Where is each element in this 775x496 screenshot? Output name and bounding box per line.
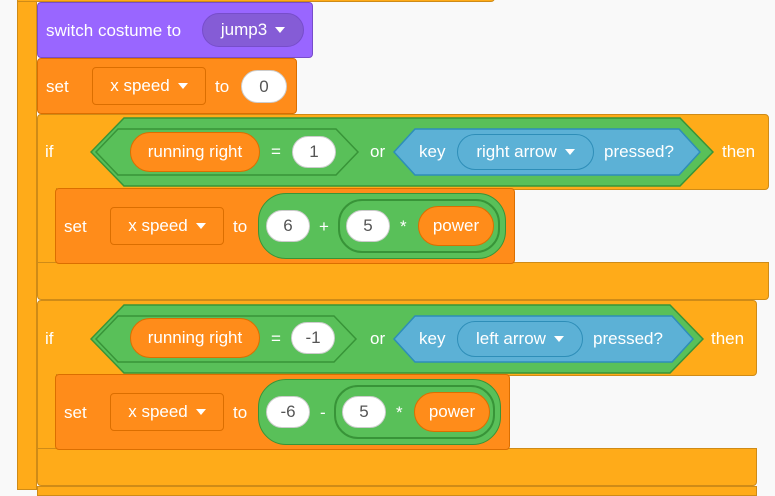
outer-c-block-rail[interactable]	[17, 0, 37, 490]
chevron-down-icon	[553, 336, 564, 342]
variable-dropdown[interactable]: x speed	[110, 393, 224, 431]
chevron-down-icon	[564, 149, 575, 155]
key-value: right arrow	[476, 142, 557, 161]
power-reporter[interactable]: power	[414, 392, 490, 432]
equals-symbol: =	[271, 329, 281, 348]
to-label: to	[233, 403, 248, 422]
then-label: then	[711, 329, 745, 348]
key-label: key	[419, 329, 446, 348]
chevron-down-icon	[275, 27, 286, 33]
set-label: set	[64, 403, 87, 422]
factor-input[interactable]: 5	[342, 396, 386, 428]
if-block-2-rail	[37, 374, 57, 450]
minus-symbol: -	[320, 403, 326, 422]
costume-value: jump3	[220, 20, 268, 39]
chevron-down-icon	[195, 409, 206, 415]
variable-value: x speed	[128, 216, 188, 235]
variable-value: x speed	[128, 402, 188, 421]
power-reporter[interactable]: power	[418, 206, 494, 246]
or-label: or	[370, 329, 386, 348]
next-block-edge	[37, 486, 757, 496]
equals-value-input[interactable]: -1	[291, 322, 335, 354]
if-block-1-rail	[37, 188, 57, 264]
times-symbol: *	[396, 403, 403, 422]
key-dropdown[interactable]: right arrow	[457, 134, 594, 170]
equals-value-input[interactable]: 1	[292, 136, 336, 168]
pressed-label: pressed?	[593, 329, 663, 348]
chevron-down-icon	[195, 223, 206, 229]
plus-symbol: +	[319, 217, 329, 236]
key-dropdown[interactable]: left arrow	[457, 321, 583, 357]
then-label: then	[722, 142, 756, 161]
pressed-label: pressed?	[604, 142, 674, 161]
if-block-2-footer	[37, 448, 757, 486]
minuend-input[interactable]: -6	[266, 396, 310, 428]
switch-costume-label: switch costume to	[46, 21, 182, 40]
to-label: to	[233, 217, 248, 236]
if-label: if	[45, 329, 54, 348]
set-label: set	[64, 217, 87, 236]
running-right-reporter[interactable]: running right	[130, 132, 260, 172]
set-label: set	[46, 77, 69, 96]
addend-input[interactable]: 6	[266, 210, 310, 242]
key-value: left arrow	[476, 329, 546, 348]
to-label: to	[215, 77, 230, 96]
or-label: or	[370, 142, 386, 161]
variable-value: x speed	[110, 76, 170, 95]
costume-dropdown[interactable]: jump3	[202, 13, 304, 47]
key-label: key	[419, 142, 446, 161]
if-label: if	[45, 142, 54, 161]
if-block-1-footer	[37, 262, 769, 300]
factor-input[interactable]: 5	[346, 210, 390, 242]
running-right-reporter[interactable]: running right	[130, 318, 260, 358]
value-input[interactable]: 0	[241, 70, 287, 103]
equals-symbol: =	[271, 142, 281, 161]
variable-dropdown[interactable]: x speed	[92, 67, 206, 105]
times-symbol: *	[400, 217, 407, 236]
variable-dropdown[interactable]: x speed	[110, 207, 224, 245]
chevron-down-icon	[177, 83, 188, 89]
